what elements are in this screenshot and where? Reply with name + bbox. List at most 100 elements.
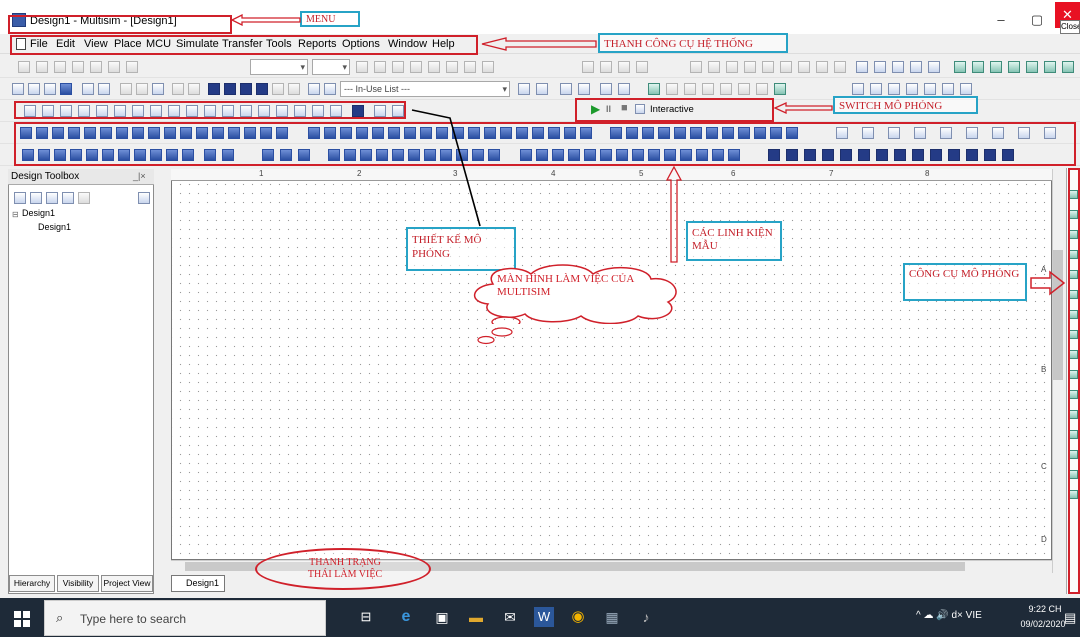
erc-icon[interactable] bbox=[578, 83, 590, 95]
probe-icon[interactable] bbox=[1026, 61, 1038, 73]
maximize-button[interactable]: ▢ bbox=[1022, 10, 1052, 30]
probe-icon[interactable] bbox=[972, 61, 984, 73]
windows-start-icon[interactable] bbox=[14, 611, 30, 627]
open-folder-icon[interactable] bbox=[138, 192, 150, 204]
align-icon[interactable] bbox=[72, 61, 84, 73]
bold-icon[interactable] bbox=[356, 61, 368, 73]
help-icon[interactable] bbox=[618, 83, 630, 95]
polygon-icon[interactable] bbox=[720, 83, 732, 95]
task-view-icon[interactable]: ⊟ bbox=[356, 607, 376, 627]
grapher-icon[interactable] bbox=[726, 61, 738, 73]
align-icon[interactable] bbox=[108, 61, 120, 73]
graph-view-icon[interactable] bbox=[888, 83, 900, 95]
place-text-icon[interactable] bbox=[648, 83, 660, 95]
redo-icon[interactable] bbox=[188, 83, 200, 95]
toolbox-close-icon[interactable]: _|× bbox=[133, 171, 146, 181]
file-explorer-icon[interactable]: ▬ bbox=[466, 607, 486, 627]
print-icon[interactable] bbox=[82, 83, 94, 95]
rectangle-icon[interactable] bbox=[666, 83, 678, 95]
rename-design-icon[interactable] bbox=[78, 192, 90, 204]
list-icon[interactable] bbox=[482, 61, 494, 73]
graph-view-icon[interactable] bbox=[906, 83, 918, 95]
schematic-workspace[interactable] bbox=[171, 169, 1052, 560]
align-icon[interactable] bbox=[18, 61, 30, 73]
paste-icon[interactable] bbox=[152, 83, 164, 95]
zoom-in-icon[interactable] bbox=[856, 61, 868, 73]
graph-view-icon[interactable] bbox=[870, 83, 882, 95]
align-icon[interactable] bbox=[36, 61, 48, 73]
grapher-icon[interactable] bbox=[798, 61, 810, 73]
align-icon[interactable] bbox=[90, 61, 102, 73]
new-file-icon[interactable] bbox=[12, 83, 24, 95]
find-examples-icon[interactable] bbox=[600, 83, 612, 95]
full-screen-icon[interactable] bbox=[928, 61, 940, 73]
graph-view-icon[interactable] bbox=[924, 83, 936, 95]
graph-view-icon[interactable] bbox=[960, 83, 972, 95]
align-icon[interactable] bbox=[54, 61, 66, 73]
align-left-icon[interactable] bbox=[428, 61, 440, 73]
arc-icon[interactable] bbox=[702, 83, 714, 95]
system-tray[interactable]: ^ ☁ 🔊 d× VIE bbox=[916, 610, 982, 621]
probe-icon[interactable] bbox=[1008, 61, 1020, 73]
mail-icon[interactable]: ✉ bbox=[500, 607, 520, 627]
grapher-icon[interactable] bbox=[780, 61, 792, 73]
open-folder-icon[interactable] bbox=[28, 83, 40, 95]
font-combo[interactable] bbox=[250, 59, 308, 75]
font-size-combo[interactable] bbox=[312, 59, 350, 75]
design-toolbox-icon[interactable] bbox=[224, 83, 236, 95]
back-annotate-icon[interactable] bbox=[536, 83, 548, 95]
app-taskbar-icon[interactable]: ♪ bbox=[636, 607, 656, 627]
probe-icon[interactable] bbox=[1044, 61, 1056, 73]
graph-icon[interactable] bbox=[618, 61, 630, 73]
store-icon[interactable]: ▣ bbox=[432, 607, 452, 627]
design-sheet-tab[interactable]: Design1 bbox=[171, 575, 225, 592]
clock-time[interactable]: 9:22 CH bbox=[1025, 604, 1065, 614]
graph-icon[interactable] bbox=[636, 61, 648, 73]
component-wizard-icon[interactable] bbox=[324, 83, 336, 95]
spreadsheet-view-icon[interactable] bbox=[240, 83, 252, 95]
probe-icon[interactable] bbox=[990, 61, 1002, 73]
notification-icon[interactable]: ▤ bbox=[1064, 610, 1076, 626]
font-color-icon[interactable] bbox=[410, 61, 422, 73]
probe-icon[interactable] bbox=[954, 61, 966, 73]
undo-icon[interactable] bbox=[172, 83, 184, 95]
grapher-icon[interactable] bbox=[834, 61, 846, 73]
tree-root-design[interactable]: Design1 bbox=[22, 208, 55, 218]
zoom-fit-icon[interactable] bbox=[910, 61, 922, 73]
line-icon[interactable] bbox=[738, 83, 750, 95]
grapher-icon[interactable] bbox=[744, 61, 756, 73]
taskbar-search-placeholder[interactable]: Type here to search bbox=[80, 612, 186, 626]
graph-icon[interactable] bbox=[600, 61, 612, 73]
grapher-icon[interactable] bbox=[690, 61, 702, 73]
forward-annotate-icon[interactable] bbox=[560, 83, 572, 95]
edge-browser-icon[interactable]: e bbox=[396, 607, 416, 627]
save-design-icon[interactable] bbox=[46, 192, 58, 204]
picture-icon[interactable] bbox=[774, 83, 786, 95]
graph-view-icon[interactable] bbox=[942, 83, 954, 95]
grapher-icon[interactable] bbox=[762, 61, 774, 73]
tab-visibility[interactable]: Visibility bbox=[57, 575, 99, 592]
save-icon[interactable] bbox=[60, 83, 72, 95]
align-right-icon[interactable] bbox=[464, 61, 476, 73]
italic-icon[interactable] bbox=[374, 61, 386, 73]
align-icon[interactable] bbox=[126, 61, 138, 73]
print-preview-icon[interactable] bbox=[98, 83, 110, 95]
close-design-icon[interactable] bbox=[62, 192, 74, 204]
postprocessor-icon[interactable] bbox=[288, 83, 300, 95]
copy-icon[interactable] bbox=[136, 83, 148, 95]
ellipse-icon[interactable] bbox=[684, 83, 696, 95]
open-sample-icon[interactable] bbox=[44, 83, 56, 95]
graph-view-icon[interactable] bbox=[852, 83, 864, 95]
graph-icon[interactable] bbox=[582, 61, 594, 73]
chrome-icon[interactable]: ◉ bbox=[568, 607, 588, 627]
export-icon[interactable] bbox=[518, 83, 530, 95]
probe-icon[interactable] bbox=[1062, 61, 1074, 73]
new-design-icon[interactable] bbox=[14, 192, 26, 204]
zoom-area-icon[interactable] bbox=[892, 61, 904, 73]
zoom-out-icon[interactable] bbox=[874, 61, 886, 73]
tree-child-design[interactable]: Design1 bbox=[38, 222, 71, 232]
grapher-icon[interactable] bbox=[708, 61, 720, 73]
spice-netlist-icon[interactable] bbox=[256, 83, 268, 95]
word-icon[interactable]: W bbox=[534, 607, 554, 627]
tab-hierarchy[interactable]: Hierarchy bbox=[9, 575, 55, 592]
